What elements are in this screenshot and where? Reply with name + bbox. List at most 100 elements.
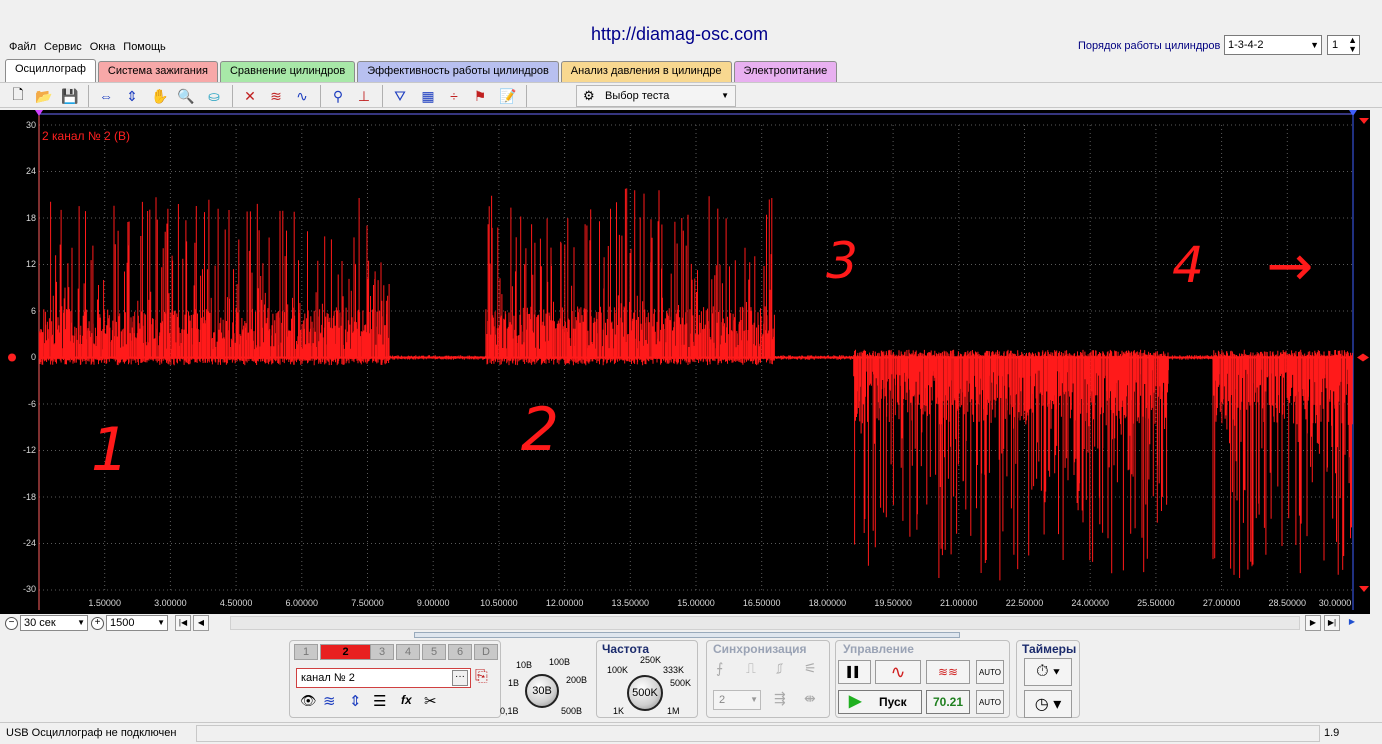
zoom-icon[interactable]: 🔍 [176, 86, 196, 106]
timers-title: Таймеры [1022, 642, 1077, 656]
noise-mode-button[interactable]: ≋≋ [926, 660, 970, 684]
hand-pan-icon[interactable]: ✋ [150, 86, 170, 106]
auto-mode-button[interactable]: AUTO [976, 660, 1004, 684]
x-tick: 3.00000 [154, 598, 187, 608]
zero-level-icon[interactable]: ⊥ [354, 86, 374, 106]
points-select[interactable]: 1500 ▼ [106, 615, 168, 631]
timebase-value: 30 сек [24, 617, 56, 629]
cursor-span-icon[interactable]: ⇔ [96, 86, 116, 106]
chevron-down-icon: ▼ [750, 695, 758, 704]
tools-icon[interactable]: ✂ [424, 692, 437, 710]
sync-channel-select[interactable]: 2 ▼ [713, 690, 761, 710]
channel-name-field[interactable]: канал № 2 ··· [296, 668, 471, 688]
flag-icon[interactable]: ⚑ [470, 86, 490, 106]
horizontal-scrollbar[interactable] [230, 616, 1300, 630]
probe-icon[interactable]: ⎘ [475, 668, 488, 686]
last-page-button[interactable]: ▶| [1324, 615, 1340, 631]
measure-icon[interactable]: ⛀ [204, 86, 224, 106]
pause-button[interactable]: ▌▌ [838, 660, 871, 684]
sync-center-icon[interactable]: ⇼ [804, 690, 816, 707]
tab-power[interactable]: Электропитание [733, 61, 838, 82]
channel-2-button[interactable]: 2 [320, 644, 371, 660]
cursor-vertical-icon[interactable]: ⇕ [122, 86, 142, 106]
channel-1-button[interactable]: 1 [294, 644, 318, 660]
menu-service[interactable]: Сервис [44, 38, 82, 56]
volt-label: 500В [561, 706, 583, 716]
channel-3-button[interactable]: 3 [370, 644, 394, 660]
frequency-knob[interactable]: 500K [627, 675, 663, 711]
new-file-icon[interactable]: 🗋 [8, 86, 28, 106]
cylinder-number-value: 1 [1332, 39, 1339, 51]
notes-icon[interactable]: 📝 [498, 86, 518, 106]
tab-ignition[interactable]: Система зажигания [97, 61, 218, 82]
menu-help[interactable]: Помощь [123, 38, 166, 56]
filter-icon[interactable]: ✕ [240, 86, 260, 106]
waveform-icon[interactable]: ≋ [323, 692, 336, 710]
cylinder-number-spinner[interactable]: 1 ▲ ▼ [1327, 35, 1360, 55]
next-page-button[interactable]: ▶ [1305, 615, 1321, 631]
sync-falling-icon[interactable]: ⎎ [776, 660, 783, 677]
timer-stopwatch-button[interactable]: ⏱ ▾ [1024, 658, 1072, 686]
points-value: 1500 [110, 617, 135, 629]
auto-scale-icon[interactable]: ⚲ [328, 86, 348, 106]
start-label: Пуск [879, 695, 907, 709]
tab-pressure-analysis[interactable]: Анализ давления в цилиндре [560, 61, 732, 82]
toolbar: 🗋 📂 💾 ⇔ ⇕ ✋ 🔍 ⛀ ✕ ≋ ∿ ⚲ ⊥ ⛛ ▦ ÷ ⚑ 📝 ⚙ Вы… [0, 82, 1382, 108]
divider-icon[interactable]: ÷ [444, 86, 464, 106]
save-icon[interactable]: 💾 [60, 86, 80, 106]
prev-page-button[interactable]: ◀ [193, 615, 209, 631]
vertical-scale-icon[interactable]: ⇕ [349, 692, 362, 710]
auto-range-button[interactable]: AUTO [976, 690, 1004, 714]
start-button[interactable]: ▶ Пуск [838, 690, 922, 714]
timebase-select[interactable]: 30 сек ▼ [20, 615, 88, 631]
table-icon[interactable]: ▦ [418, 86, 438, 106]
lines-icon[interactable]: ☰ [373, 692, 386, 710]
freq-label: 1K [613, 706, 625, 716]
channel-6-button[interactable]: 6 [448, 644, 472, 660]
volt-label: 0,1В [500, 706, 519, 716]
oscilloscope-display[interactable]: 1 2 3 4 → 2 канал № 2 (В) 30 24 18 12 6 0 -6… [0, 110, 1370, 614]
channel-d-button[interactable]: D [474, 644, 498, 660]
channel-5-button[interactable]: 5 [422, 644, 446, 660]
tab-oscilloscope[interactable]: Осциллограф [5, 59, 96, 82]
volt-knob[interactable]: 30В [525, 674, 559, 708]
zoom-in-icon[interactable]: + [91, 617, 104, 630]
x-tick: 6.00000 [285, 598, 319, 608]
x-tick: 4.50000 [219, 598, 253, 608]
y-tick: 6 [30, 306, 36, 316]
chevron-down-icon: ▼ [1310, 40, 1319, 50]
open-folder-icon[interactable]: 📂 [34, 86, 54, 106]
function-icon[interactable]: fx [401, 693, 412, 707]
menu-windows[interactable]: Окна [90, 38, 116, 56]
menu-file[interactable]: Файл [9, 38, 36, 56]
timer-clock-button[interactable]: ◷ ▾ [1024, 690, 1072, 718]
volt-value: 30В [532, 685, 552, 697]
cylinder-order-select[interactable]: 1-3-4-2 ▼ [1224, 35, 1322, 55]
sine-mode-button[interactable]: ∿ [875, 660, 921, 684]
overlay-icon[interactable]: ∿ [292, 86, 312, 106]
zero-level-right-marker [1357, 353, 1369, 362]
waves-icon[interactable]: ≋ [266, 86, 286, 106]
play-icon[interactable]: ▶ [1344, 615, 1360, 631]
zoom-out-icon[interactable]: − [5, 617, 18, 630]
sync-rising-icon[interactable]: ⎍ [746, 660, 756, 677]
test-select-label: Выбор теста [605, 90, 670, 102]
y-tick: -18 [22, 492, 36, 502]
channel-4-button[interactable]: 4 [396, 644, 420, 660]
volt-label: 1В [508, 678, 520, 688]
marker-filter-icon[interactable]: ⛛ [390, 86, 410, 106]
sync-level-icon[interactable]: ⇶ [774, 690, 786, 707]
y-tick: 0 [30, 352, 36, 362]
tab-cylinder-efficiency[interactable]: Эффективность работы цилиндров [357, 61, 559, 82]
panel-splitter[interactable] [414, 632, 960, 638]
sync-cursor-icon[interactable]: ⚟ [804, 660, 817, 677]
x-tick: 30.0000 [1318, 598, 1352, 608]
test-select[interactable]: ⚙ Выбор теста ▼ [576, 85, 736, 107]
sync-auto-icon[interactable]: ⨍ [716, 660, 723, 677]
channel-label: 2 канал № 2 (В) [42, 129, 131, 143]
tab-cylinder-compare[interactable]: Сравнение цилиндров [219, 61, 356, 82]
first-page-button[interactable]: |◀ [175, 615, 191, 631]
chevron-down-icon: ▼ [721, 91, 729, 100]
eye-icon[interactable]: 👁 [300, 693, 317, 709]
more-icon[interactable]: ··· [452, 670, 468, 686]
